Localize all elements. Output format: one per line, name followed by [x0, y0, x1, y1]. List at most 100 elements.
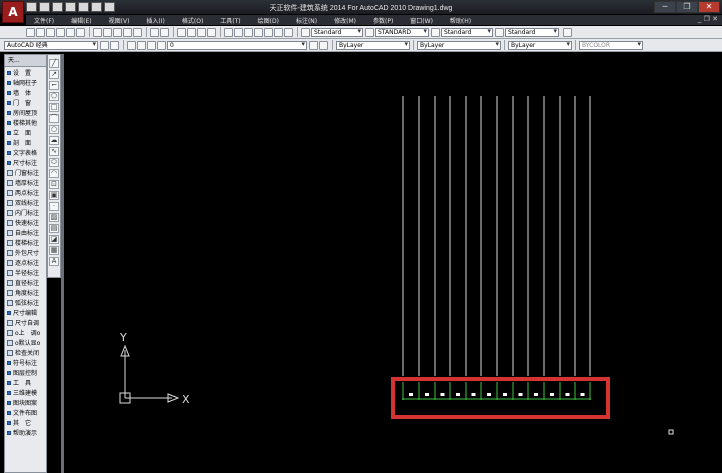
- spline-icon[interactable]: ∿: [49, 147, 59, 156]
- cut-icon[interactable]: [93, 27, 102, 37]
- workspace-select[interactable]: AutoCAD 经典: [4, 40, 98, 50]
- make-current-layer-icon[interactable]: [309, 40, 318, 50]
- menu-file[interactable]: 文件(F): [26, 16, 63, 25]
- zoom-realtime-icon[interactable]: [187, 27, 196, 37]
- layer-previous-icon[interactable]: [319, 40, 328, 50]
- qnew-icon[interactable]: [26, 27, 35, 37]
- maximize-button[interactable]: ❐: [676, 1, 698, 13]
- palette-item[interactable]: o上 调o: [5, 328, 46, 338]
- ellipse-arc-icon[interactable]: ◠: [49, 169, 59, 178]
- palette-item[interactable]: 剖 面: [5, 138, 46, 148]
- text-style-icon[interactable]: [301, 27, 310, 37]
- palette-item[interactable]: 逐点标注: [5, 258, 46, 268]
- drawing-canvas[interactable]: Y X: [64, 54, 722, 473]
- help-icon[interactable]: [284, 27, 293, 37]
- workspace-settings-icon[interactable]: [100, 40, 109, 50]
- layer-manager-icon[interactable]: [563, 27, 572, 37]
- palette-item[interactable]: 轴网柱子: [5, 78, 46, 88]
- palette-item[interactable]: 房间屋顶: [5, 108, 46, 118]
- menu-tools[interactable]: 工具(T): [212, 16, 249, 25]
- palette-item[interactable]: 两点标注: [5, 188, 46, 198]
- palette-item[interactable]: o默认显o: [5, 338, 46, 348]
- layer-lock-icon[interactable]: [147, 40, 156, 50]
- palette-item[interactable]: 半径标注: [5, 268, 46, 278]
- palette-item[interactable]: 设 置: [5, 68, 46, 78]
- pan-icon[interactable]: [177, 27, 186, 37]
- menu-parametric[interactable]: 参数(P): [365, 16, 402, 25]
- palette-item[interactable]: 弧弦标注: [5, 298, 46, 308]
- layer-select[interactable]: 0: [167, 40, 307, 50]
- markup-icon[interactable]: [264, 27, 273, 37]
- make-block-icon[interactable]: ▣: [49, 191, 59, 200]
- palette-item[interactable]: 文字表格: [5, 148, 46, 158]
- lineweight-control-select[interactable]: ByLayer: [508, 40, 572, 50]
- undo-icon[interactable]: [150, 27, 159, 37]
- copy-icon[interactable]: [103, 27, 112, 37]
- palette-item[interactable]: 尺寸编辑: [5, 308, 46, 318]
- palette-item[interactable]: 双线标注: [5, 198, 46, 208]
- palette-item[interactable]: 符号标注: [5, 358, 46, 368]
- rectangle-icon[interactable]: □: [49, 103, 59, 112]
- dim-style-select[interactable]: STANDARD: [375, 27, 429, 37]
- menu-format[interactable]: 格式(O): [174, 16, 212, 25]
- layer-on-icon[interactable]: [127, 40, 136, 50]
- paste-icon[interactable]: [113, 27, 122, 37]
- menu-insert[interactable]: 插入(I): [138, 16, 173, 25]
- table-style-select[interactable]: Standard: [441, 27, 493, 37]
- properties-icon[interactable]: [224, 27, 233, 37]
- circle-icon[interactable]: ○: [49, 125, 59, 134]
- match-properties-icon[interactable]: [123, 27, 132, 37]
- text-style-select[interactable]: Standard: [311, 27, 363, 37]
- gradient-icon[interactable]: ▤: [49, 224, 59, 233]
- polyline-icon[interactable]: ⌐: [49, 81, 59, 90]
- palette-item[interactable]: 工 具: [5, 378, 46, 388]
- revcloud-icon[interactable]: ☁: [49, 136, 59, 145]
- plot-style-select[interactable]: BYCOLOR: [579, 40, 643, 50]
- palette-item[interactable]: 门 窗: [5, 98, 46, 108]
- palette-item[interactable]: 快速标注: [5, 218, 46, 228]
- palette-item[interactable]: 楼梯标注: [5, 238, 46, 248]
- menu-modify[interactable]: 修改(M): [326, 16, 365, 25]
- construction-line-icon[interactable]: ↗: [49, 70, 59, 79]
- quickcalc-icon[interactable]: [274, 27, 283, 37]
- palette-item[interactable]: 内门标注: [5, 208, 46, 218]
- insert-block-icon[interactable]: ⊡: [49, 180, 59, 189]
- polygon-icon[interactable]: ⬠: [49, 92, 59, 101]
- drawing-window-controls[interactable]: _ ❐ ✕: [698, 15, 718, 23]
- menu-draw[interactable]: 绘图(D): [250, 16, 288, 25]
- minimize-button[interactable]: ─: [654, 1, 676, 13]
- mtext-icon[interactable]: A: [49, 257, 59, 266]
- tool-palettes-icon[interactable]: [244, 27, 253, 37]
- app-logo[interactable]: A: [2, 1, 24, 23]
- hatch-icon[interactable]: ▨: [49, 213, 59, 222]
- menu-edit[interactable]: 编辑(E): [63, 16, 100, 25]
- zoom-previous-icon[interactable]: [207, 27, 216, 37]
- palette-title[interactable]: 天...: [5, 55, 46, 67]
- palette-item[interactable]: 门窗标注: [5, 168, 46, 178]
- palette-item[interactable]: 尺寸自调: [5, 318, 46, 328]
- plot-icon[interactable]: [56, 27, 65, 37]
- palette-item[interactable]: 角度标注: [5, 288, 46, 298]
- save-icon[interactable]: [46, 27, 55, 37]
- table-style-icon[interactable]: [431, 27, 440, 37]
- palette-item[interactable]: 文件布图: [5, 408, 46, 418]
- color-control-select[interactable]: ByLayer: [336, 40, 410, 50]
- menu-window[interactable]: 窗口(W): [402, 16, 442, 25]
- mleader-style-icon[interactable]: [495, 27, 504, 37]
- palette-item[interactable]: 墙厚标注: [5, 178, 46, 188]
- close-button[interactable]: ✕: [698, 1, 720, 13]
- palette-item[interactable]: 三维建模: [5, 388, 46, 398]
- mleader-style-select[interactable]: Standard: [505, 27, 559, 37]
- point-icon[interactable]: ·: [49, 202, 59, 211]
- palette-item[interactable]: 图层控制: [5, 368, 46, 378]
- layer-color-icon[interactable]: [157, 40, 166, 50]
- palette-item[interactable]: 自由标注: [5, 228, 46, 238]
- menu-help[interactable]: 帮助(H): [442, 16, 480, 25]
- zoom-window-icon[interactable]: [197, 27, 206, 37]
- palette-item[interactable]: 其 它: [5, 418, 46, 428]
- menu-view[interactable]: 视图(V): [101, 16, 139, 25]
- palette-item[interactable]: 外包尺寸: [5, 248, 46, 258]
- palette-item[interactable]: 墙 体: [5, 88, 46, 98]
- dim-style-icon[interactable]: [365, 27, 374, 37]
- sheet-set-icon[interactable]: [254, 27, 263, 37]
